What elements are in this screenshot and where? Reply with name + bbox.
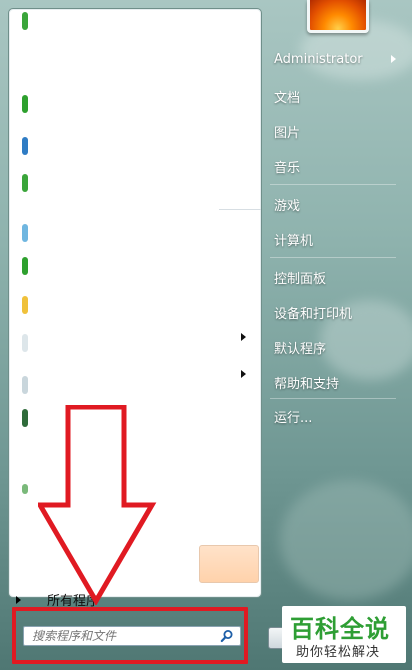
list-divider	[219, 209, 261, 210]
highlighted-program-item[interactable]	[199, 545, 259, 583]
right-item-label: Administrator	[274, 52, 363, 67]
program-icon-fragment	[22, 376, 28, 394]
program-icon-fragment	[22, 409, 28, 427]
program-icon-fragment	[22, 484, 28, 494]
right-item-label: 文档	[274, 91, 301, 106]
right-item-label: 计算机	[274, 234, 314, 249]
right-item-default-programs[interactable]: 默认程序	[274, 338, 326, 357]
program-icon-fragment	[22, 257, 28, 275]
program-icon-fragment	[22, 12, 28, 30]
right-item-label: 音乐	[274, 161, 301, 176]
program-icon-fragment	[22, 224, 28, 242]
submenu-arrow-icon[interactable]	[391, 55, 396, 63]
annotation-highlight-box	[12, 607, 248, 664]
right-item-music[interactable]: 音乐	[274, 157, 300, 176]
program-icon-fragment	[22, 296, 28, 314]
right-item-devices-printers[interactable]: 设备和打印机	[274, 303, 352, 322]
program-icon-fragment	[22, 95, 28, 113]
right-item-help-support[interactable]: 帮助和支持	[274, 373, 339, 392]
menu-separator	[270, 398, 396, 399]
user-avatar[interactable]	[307, 0, 369, 33]
right-item-label: 图片	[274, 126, 301, 141]
program-icon-fragment	[22, 334, 28, 352]
right-item-pictures[interactable]: 图片	[274, 122, 300, 141]
right-item-documents[interactable]: 文档	[274, 87, 300, 106]
desktop-blur	[280, 480, 412, 600]
right-item-label: 游戏	[274, 199, 301, 214]
menu-separator	[270, 184, 396, 185]
menu-separator	[270, 257, 396, 258]
right-item-label: 帮助和支持	[274, 377, 340, 392]
right-item-control-panel[interactable]: 控制面板	[274, 268, 326, 287]
watermark-subtitle: 助你轻松解决	[296, 645, 381, 660]
watermark-title: 百科全说	[290, 615, 390, 643]
right-item-label: 控制面板	[274, 272, 327, 287]
right-item-label: 默认程序	[274, 342, 327, 357]
right-item-administrator[interactable]: Administrator	[274, 52, 363, 67]
submenu-arrow-icon[interactable]	[241, 333, 246, 341]
right-item-games[interactable]: 游戏	[274, 195, 300, 214]
right-item-label: 运行...	[274, 411, 313, 426]
right-item-computer[interactable]: 计算机	[274, 230, 313, 249]
submenu-arrow-icon[interactable]	[241, 370, 246, 378]
right-item-run[interactable]: 运行...	[274, 407, 312, 426]
right-item-label: 设备和打印机	[274, 307, 353, 322]
annotation-arrow-icon	[38, 405, 157, 605]
program-icon-fragment	[22, 137, 28, 155]
watermark-logo: 百科全说 助你轻松解决	[282, 606, 406, 663]
program-icon-fragment	[22, 174, 28, 192]
triangle-right-icon	[16, 595, 21, 604]
